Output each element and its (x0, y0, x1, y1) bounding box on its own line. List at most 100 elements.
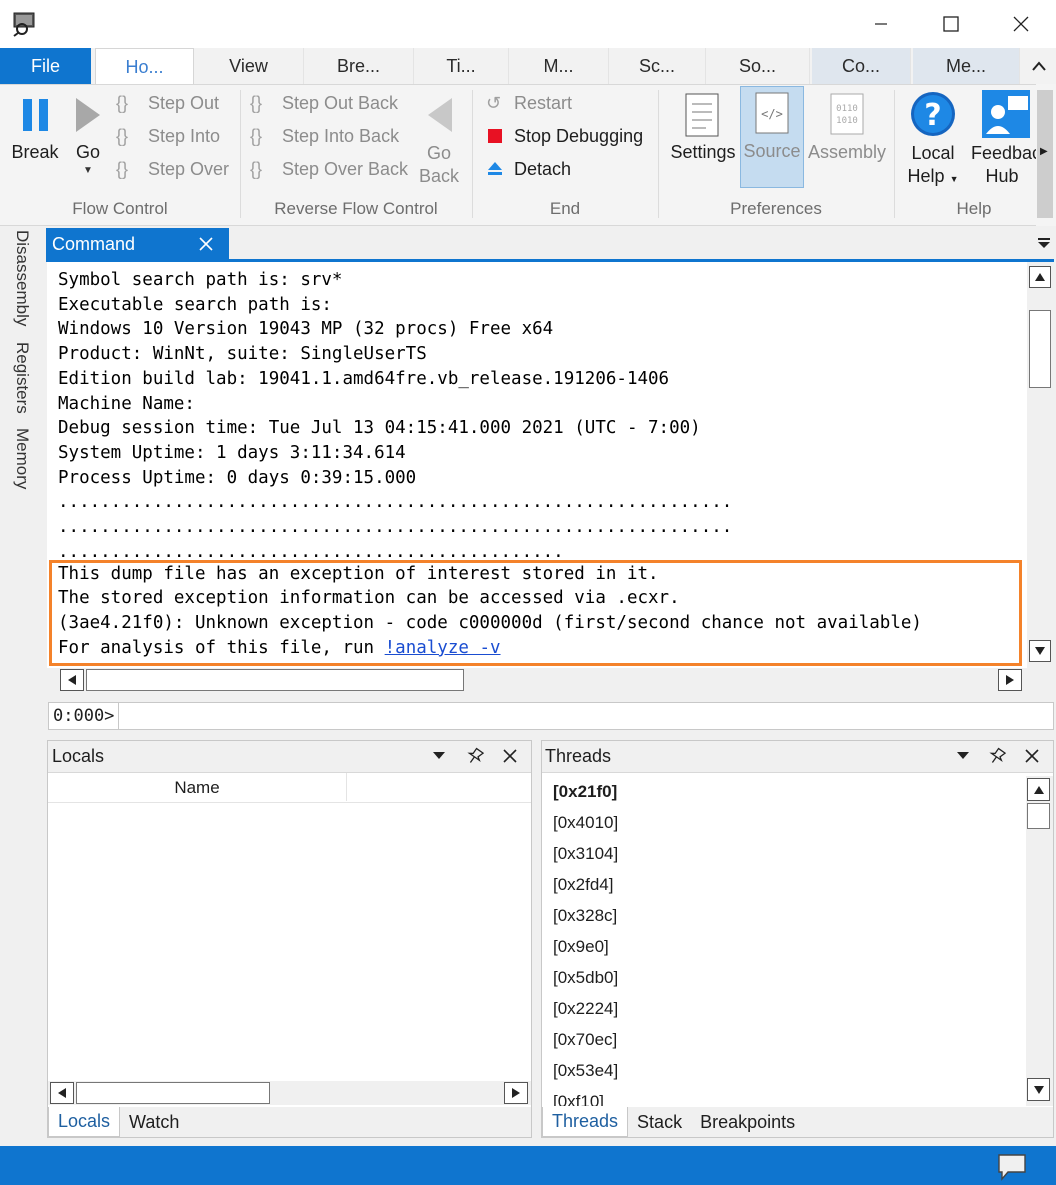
collapse-ribbon-icon[interactable] (1022, 48, 1056, 84)
feedback-chat-icon[interactable] (996, 1152, 1028, 1182)
scroll-thumb[interactable] (76, 1082, 270, 1104)
thread-item[interactable]: [0x53e4] (542, 1055, 1026, 1086)
threads-vertical-scrollbar[interactable] (1026, 776, 1053, 1106)
close-icon[interactable] (501, 747, 519, 765)
command-vertical-scrollbar[interactable] (1027, 262, 1054, 668)
scroll-up-icon[interactable] (1027, 778, 1050, 801)
tab-breakpoints-pane[interactable]: Breakpoints (691, 1107, 804, 1137)
tab-memory[interactable]: Me... (913, 48, 1020, 84)
settings-page-icon (685, 93, 719, 137)
scroll-thumb[interactable] (86, 669, 464, 691)
detach-button[interactable]: Detach (486, 155, 643, 183)
close-window-button[interactable] (986, 0, 1056, 48)
scroll-thumb[interactable] (1029, 310, 1051, 388)
column-header-name[interactable]: Name (48, 778, 346, 798)
thread-item[interactable]: [0x2fd4] (542, 869, 1026, 900)
scroll-right-icon[interactable] (504, 1082, 528, 1104)
scroll-right-icon[interactable] (998, 669, 1022, 691)
step-over-icon: {} (116, 158, 129, 179)
tab-home[interactable]: Ho... (95, 48, 194, 85)
threads-bottom-tabs: Threads Stack Breakpoints (542, 1107, 1053, 1137)
output-line: Symbol search path is: srv* (58, 270, 343, 290)
settings-button[interactable]: Settings (668, 88, 738, 163)
feedback-hub-label-2: Hub (985, 166, 1019, 186)
close-icon[interactable] (196, 234, 216, 254)
group-label-reverse-flow: Reverse Flow Control (274, 199, 438, 218)
output-line: ........................................… (58, 492, 733, 513)
threads-header: Threads (542, 741, 1053, 773)
step-over-button[interactable]: {} Step Over (116, 155, 229, 183)
step-out-back-button[interactable]: {} Step Out Back (250, 89, 408, 117)
break-button[interactable]: Break (10, 92, 60, 163)
step-into-back-label: Step Into Back (282, 125, 400, 146)
group-label-help: Help (956, 199, 992, 218)
thread-item[interactable]: [0x9e0] (542, 931, 1026, 962)
side-tab-disassembly[interactable]: Disassembly (8, 230, 36, 332)
thread-item-current[interactable]: [0x21f0] (542, 776, 1026, 807)
thread-item[interactable]: [0x70ec] (542, 1024, 1026, 1055)
scroll-down-icon[interactable] (1027, 1078, 1050, 1101)
column-divider[interactable] (346, 773, 347, 801)
prompt-label: 0:000> (49, 703, 120, 729)
close-icon[interactable] (1023, 747, 1041, 765)
tab-locals[interactable]: Locals (48, 1107, 121, 1137)
thread-item[interactable]: [0xf10] (542, 1086, 1026, 1106)
tab-source[interactable]: So... (706, 48, 810, 84)
dropdown-icon[interactable] (956, 750, 970, 760)
tab-timelines[interactable]: Ti... (414, 48, 509, 84)
output-line: Debug session time: Tue Jul 13 04:15:41.… (58, 418, 701, 439)
step-over-back-button[interactable]: {} Step Over Back (250, 155, 408, 183)
tab-view[interactable]: View (194, 48, 304, 84)
tab-file[interactable]: File (0, 48, 91, 84)
dropdown-icon[interactable] (432, 750, 446, 760)
thread-item[interactable]: [0x2224] (542, 993, 1026, 1024)
scroll-left-icon[interactable] (50, 1082, 74, 1104)
command-input[interactable] (119, 704, 1053, 728)
window-menu-dropdown-icon[interactable] (1036, 236, 1052, 250)
step-into-back-button[interactable]: {} Step Into Back (250, 122, 408, 150)
thread-item[interactable]: [0x328c] (542, 900, 1026, 931)
pin-icon[interactable] (988, 747, 1006, 765)
thread-item[interactable]: [0x3104] (542, 838, 1026, 869)
tab-threads[interactable]: Threads (542, 1107, 629, 1137)
maximize-button[interactable] (916, 0, 986, 48)
step-into-button[interactable]: {} Step Into (116, 122, 229, 150)
step-out-button[interactable]: {} Step Out (116, 89, 229, 117)
feedback-hub-button[interactable]: Feedbac Hub (968, 88, 1036, 188)
restart-button[interactable]: ↺ Restart (486, 89, 643, 117)
thread-item[interactable]: [0x4010] (542, 807, 1026, 838)
scroll-down-icon[interactable] (1029, 640, 1051, 662)
chevron-right-icon[interactable]: ▶ (1040, 146, 1048, 157)
source-button[interactable]: </> Source (740, 86, 804, 188)
threads-pane: Threads [0x21f0] [0x4010] [0x3104] [0x2f… (541, 740, 1054, 1138)
side-tab-memory[interactable]: Memory (8, 428, 36, 498)
tab-stack[interactable]: Stack (628, 1107, 691, 1137)
step-out-icon: {} (116, 92, 129, 113)
scroll-left-icon[interactable] (60, 669, 84, 691)
tab-command-window[interactable]: Command (46, 228, 229, 261)
command-input-bar: 0:000> (48, 702, 1054, 730)
scroll-thumb[interactable] (1027, 803, 1050, 829)
stop-debugging-label: Stop Debugging (514, 125, 644, 146)
local-help-button[interactable]: ? Local Help ▼ (900, 88, 966, 191)
chevron-down-icon: ▼ (83, 165, 93, 176)
command-horizontal-scrollbar[interactable] (60, 668, 1024, 692)
tab-breakpoints[interactable]: Bre... (304, 48, 414, 84)
side-tab-registers[interactable]: Registers (8, 342, 36, 418)
assembly-button[interactable]: 0110 1010 Assembly (806, 88, 888, 163)
step-out-back-icon: {} (250, 92, 263, 113)
tab-model[interactable]: M... (509, 48, 609, 84)
tab-watch[interactable]: Watch (120, 1107, 188, 1137)
app-icon[interactable] (12, 11, 38, 37)
tab-command[interactable]: Co... (812, 48, 911, 84)
stop-debugging-button[interactable]: Stop Debugging (486, 122, 643, 150)
thread-item[interactable]: [0x5db0] (542, 962, 1026, 993)
tab-scripting[interactable]: Sc... (609, 48, 706, 84)
go-back-button[interactable]: Go Back (416, 92, 462, 188)
pin-icon[interactable] (466, 747, 484, 765)
exception-highlight-box (49, 560, 1022, 666)
scroll-up-icon[interactable] (1029, 266, 1051, 288)
locals-horizontal-scrollbar[interactable] (48, 1081, 531, 1105)
minimize-button[interactable] (846, 0, 916, 48)
go-button[interactable]: Go ▼ (66, 92, 110, 176)
